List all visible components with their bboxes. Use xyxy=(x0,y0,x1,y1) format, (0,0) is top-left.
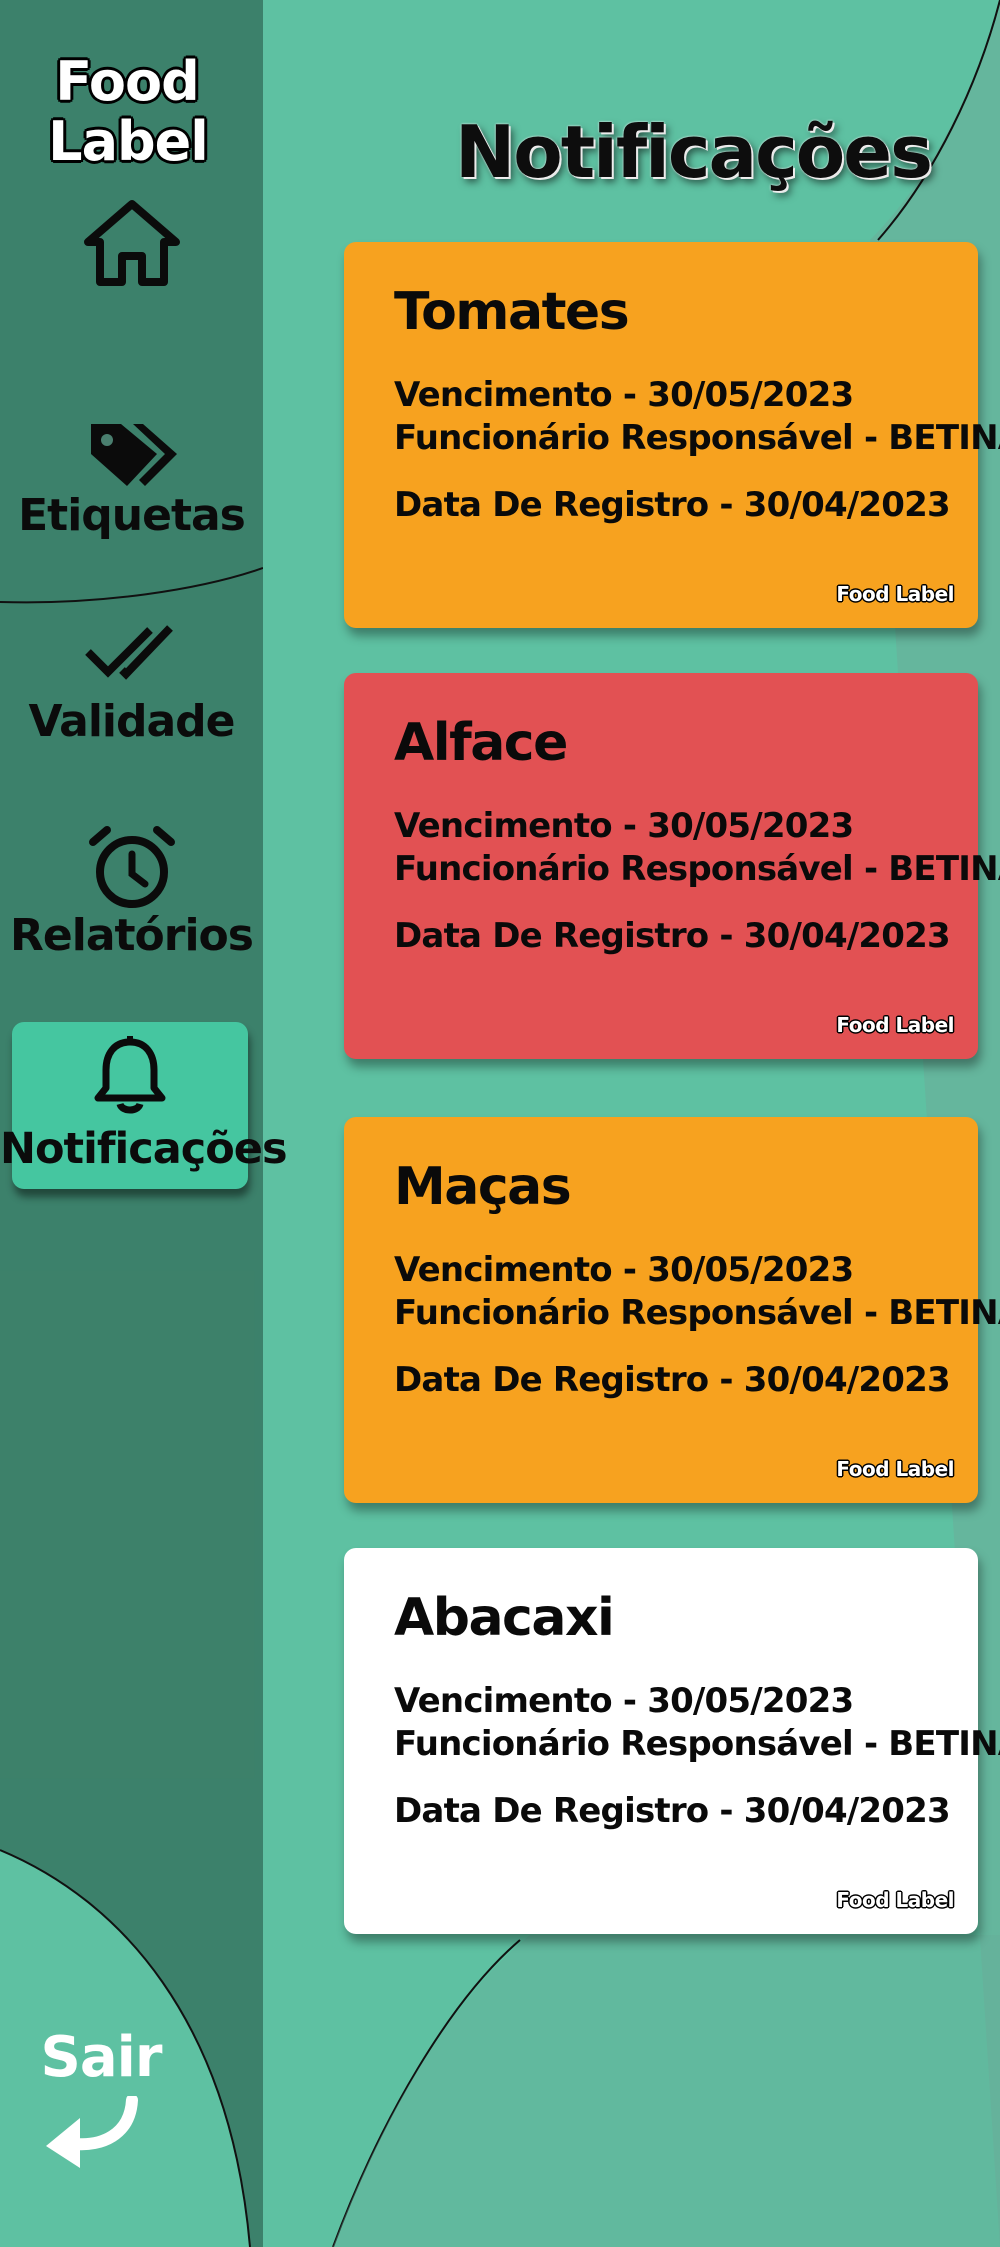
tags-icon xyxy=(90,424,177,486)
product-name: Alface xyxy=(394,713,568,773)
notification-card[interactable]: Tomates Vencimento - 30/05/2023 Funcioná… xyxy=(344,242,1000,628)
notification-card[interactable]: Alface Vencimento - 30/05/2023 Funcionár… xyxy=(344,673,1000,1059)
registration-date: Data De Registro - 30/04/2023 xyxy=(394,1791,951,1831)
sidebar-item-validade[interactable]: Validade xyxy=(0,622,263,747)
responsible-employee: Funcionário Responsável - BETINA xyxy=(394,1724,1000,1764)
sidebar-item-label: Notificações xyxy=(0,1124,288,1174)
sidebar-item-label: Relatórios xyxy=(10,910,254,961)
bell-icon xyxy=(94,1036,166,1114)
app-logo[interactable]: Food Label xyxy=(0,52,258,172)
responsible-employee: Funcionário Responsável - BETINA xyxy=(394,1293,1000,1333)
sidebar-item-label: Etiquetas xyxy=(18,490,246,541)
card-brand-logo: Food Label xyxy=(836,1457,954,1481)
card-brand-logo: Food Label xyxy=(836,582,954,606)
return-arrow-icon xyxy=(46,2096,138,2168)
sidebar-item-etiquetas[interactable]: Etiquetas xyxy=(0,420,263,541)
page-title: Notificações xyxy=(455,110,933,194)
sidebar: Food Label Etiquetas Validade Relatórios… xyxy=(0,0,288,2247)
alarm-clock-icon xyxy=(88,826,175,908)
expiry-date: Vencimento - 30/05/2023 xyxy=(394,1681,854,1721)
notification-card[interactable]: Abacaxi Vencimento - 30/05/2023 Funcioná… xyxy=(344,1548,1000,1934)
registration-date: Data De Registro - 30/04/2023 xyxy=(394,916,951,956)
product-name: Maças xyxy=(394,1157,572,1217)
notification-card[interactable]: Maças Vencimento - 30/05/2023 Funcionári… xyxy=(344,1117,1000,1503)
responsible-employee: Funcionário Responsável - BETINA xyxy=(394,849,1000,889)
responsible-employee: Funcionário Responsável - BETINA xyxy=(394,418,1000,458)
expiry-date: Vencimento - 30/05/2023 xyxy=(394,1250,854,1290)
double-check-icon xyxy=(84,625,173,680)
card-brand-logo: Food Label xyxy=(836,1013,954,1037)
sidebar-item-home[interactable] xyxy=(0,198,263,288)
logout-label: Sair xyxy=(40,2025,163,2090)
sidebar-item-label: Validade xyxy=(28,696,235,747)
logout-button[interactable]: Sair xyxy=(36,2025,166,2172)
logo-line-1: Food xyxy=(55,50,200,113)
expiry-date: Vencimento - 30/05/2023 xyxy=(394,806,854,846)
logo-line-2: Label xyxy=(48,110,209,173)
sidebar-item-relatorios[interactable]: Relatórios xyxy=(0,824,263,961)
product-name: Tomates xyxy=(394,282,630,342)
expiry-date: Vencimento - 30/05/2023 xyxy=(394,375,854,415)
home-icon xyxy=(83,200,180,286)
registration-date: Data De Registro - 30/04/2023 xyxy=(394,485,951,525)
product-name: Abacaxi xyxy=(394,1588,615,1648)
card-brand-logo: Food Label xyxy=(836,1888,954,1912)
sidebar-item-notificacoes[interactable]: Notificações xyxy=(0,1022,288,1189)
registration-date: Data De Registro - 30/04/2023 xyxy=(394,1360,951,1400)
